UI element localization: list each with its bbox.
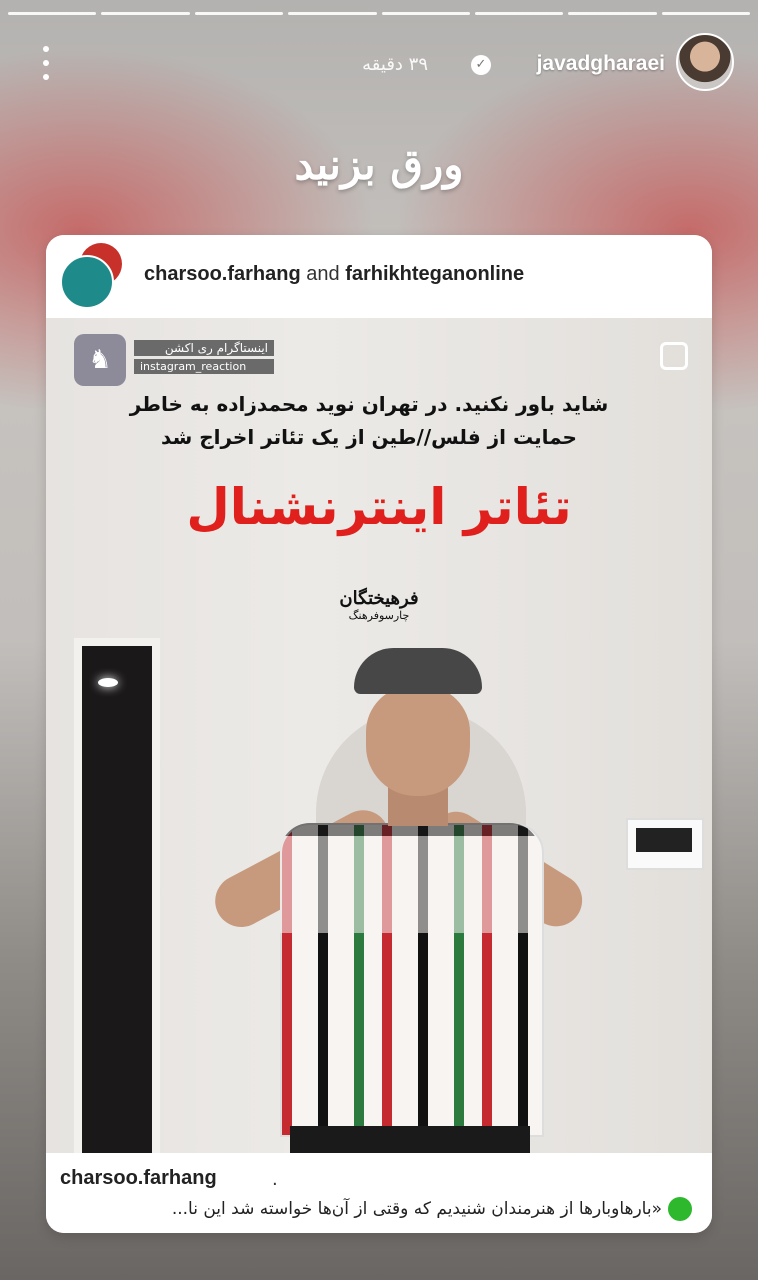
post-caption[interactable]: charsoo.farhang . «بارهاوبارها از هنرمند… xyxy=(46,1153,712,1233)
post-header: charsoo.farhang and farhikhteganonline xyxy=(46,235,712,318)
shared-post-card[interactable]: charsoo.farhang and farhikhteganonline ♞… xyxy=(46,235,712,1233)
author-primary[interactable]: charsoo.farhang xyxy=(144,263,301,285)
story-time: ۳۹ دقیقه xyxy=(362,54,428,75)
reaction-watermark: اینستاگرام ری اکشن instagram_reaction xyxy=(134,340,274,377)
person-pants xyxy=(290,1126,530,1156)
caption-body: «بارهاوبارها از هنرمندان شنیدیم که وقتی … xyxy=(171,1199,662,1219)
headline: تئاتر اینترنشنال xyxy=(186,478,572,536)
news-line1: شاید باور نکنید. در تهران نوید محمدزاده … xyxy=(129,392,609,416)
progress-segment xyxy=(661,12,750,15)
caption-dot: . xyxy=(272,1169,278,1190)
story-progress xyxy=(8,12,750,15)
collab-joiner: and xyxy=(306,263,340,285)
progress-segment xyxy=(101,12,190,15)
background-light xyxy=(98,678,118,687)
progress-segment xyxy=(381,12,470,15)
post-image[interactable]: ♞ اینستاگرام ری اکشن instagram_reaction … xyxy=(46,318,712,1161)
collab-authors[interactable]: charsoo.farhang and farhikhteganonline xyxy=(144,263,524,286)
person-face xyxy=(366,686,470,796)
progress-segment xyxy=(8,12,97,15)
watermark-line1: اینستاگرام ری اکشن xyxy=(134,340,274,356)
caption-username[interactable]: charsoo.farhang xyxy=(60,1167,217,1190)
primary-account-avatar xyxy=(60,255,114,309)
jersey-shading xyxy=(280,823,540,933)
verified-badge-icon: ✓ xyxy=(471,55,491,75)
story-header: javadgharaei ✓ ۳۹ دقیقه xyxy=(0,30,758,98)
avatar[interactable] xyxy=(676,33,734,91)
story-username[interactable]: javadgharaei xyxy=(537,52,665,76)
multi-image-icon xyxy=(660,342,688,370)
person-photo xyxy=(196,648,616,1156)
more-vert-icon[interactable] xyxy=(36,46,56,80)
green-circle-icon xyxy=(668,1197,692,1221)
author-secondary[interactable]: farhikhteganonline xyxy=(345,263,524,285)
reaction-logo-icon: ♞ xyxy=(74,334,126,386)
caption-text: «بارهاوبارها از هنرمندان شنیدیم که وقتی … xyxy=(60,1197,692,1221)
news-line2: حمایت از فلس//طین از یک تئاتر اخراج شد xyxy=(161,425,577,449)
progress-segment xyxy=(288,12,377,15)
signature-main: فرهیختگان xyxy=(339,588,419,609)
news-text: شاید باور نکنید. در تهران نوید محمدزاده … xyxy=(86,388,652,454)
publisher-signature: فرهیختگان چارسوفرهنگ xyxy=(46,588,712,622)
progress-segment xyxy=(194,12,284,15)
signature-sub: چارسوفرهنگ xyxy=(348,609,410,622)
wall-panel xyxy=(626,818,704,870)
watermark-line2: instagram_reaction xyxy=(134,359,274,374)
background-door xyxy=(74,638,160,1161)
person-cap xyxy=(354,648,482,694)
progress-segment xyxy=(568,12,657,15)
progress-segment xyxy=(474,12,564,15)
swipe-text: ورق بزنید xyxy=(294,140,464,189)
